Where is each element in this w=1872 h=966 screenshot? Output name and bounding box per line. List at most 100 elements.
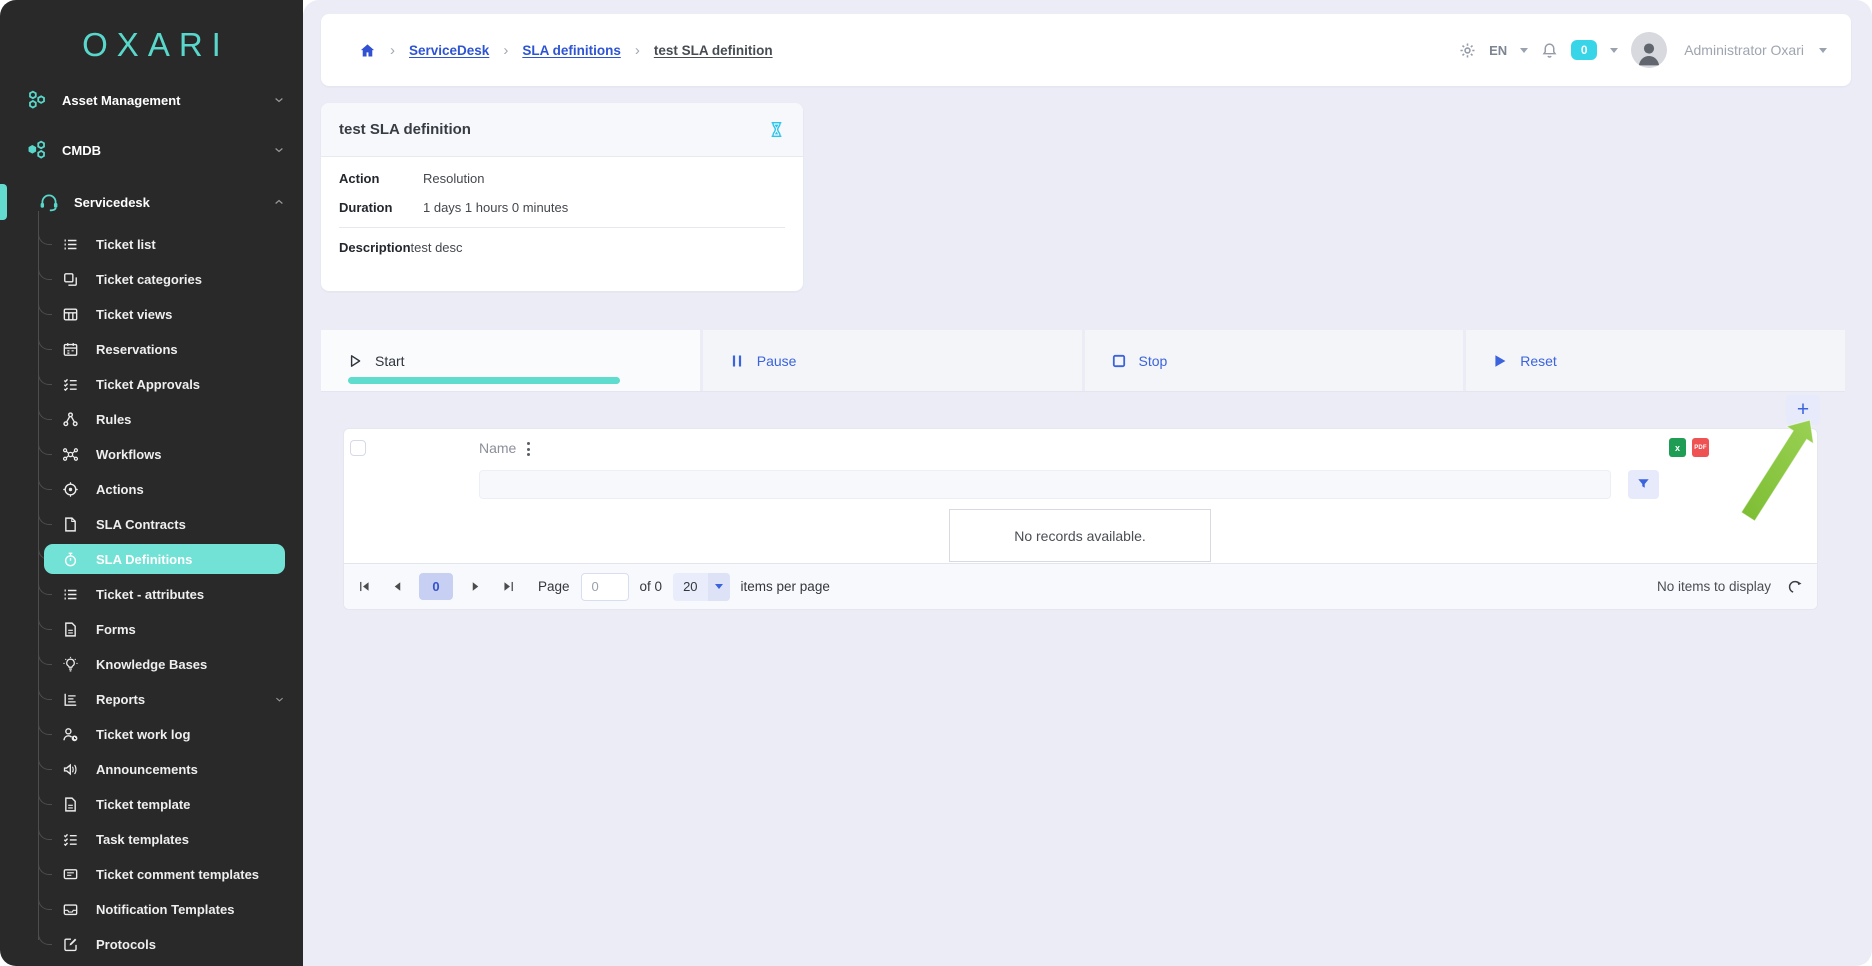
bulb-icon: [62, 656, 79, 673]
chevron-down-icon[interactable]: [273, 144, 285, 156]
sidebar-item-label: Knowledge Bases: [96, 657, 207, 672]
sidebar-item-label: Forms: [96, 622, 136, 637]
servicedesk-submenu: Ticket list Ticket categories Ticket vie…: [0, 227, 303, 962]
hourglass-icon[interactable]: [768, 121, 785, 138]
bell-icon[interactable]: [1541, 42, 1558, 59]
stopwatch-icon: [62, 551, 79, 568]
sidebar-item-label: Protocols: [96, 937, 156, 952]
oxari-logo: OXARI: [0, 26, 303, 64]
home-icon[interactable]: [359, 42, 376, 59]
headset-icon: [38, 191, 60, 213]
copy-icon: [62, 271, 79, 288]
sidebar-item-label: Ticket list: [96, 237, 156, 252]
previous-page-button[interactable]: [386, 576, 408, 598]
current-page-button[interactable]: 0: [419, 573, 453, 600]
gear-icon[interactable]: [1459, 42, 1476, 59]
card-header: test SLA definition: [321, 103, 803, 157]
tab-label: Pause: [757, 353, 797, 369]
app-window: OXARI Asset Management CMDB Servicedesk …: [0, 0, 1872, 966]
column-menu-icon[interactable]: [525, 440, 532, 458]
export-pdf-icon[interactable]: PDF: [1692, 438, 1709, 457]
export-excel-icon[interactable]: x: [1669, 438, 1686, 457]
sidebar-item-label: Ticket Approvals: [96, 377, 200, 392]
field-label: Description: [339, 240, 411, 255]
breadcrumb-link-servicedesk[interactable]: ServiceDesk: [409, 43, 489, 58]
data-grid: Name x PDF No records available. 0: [343, 428, 1818, 610]
document-lines-icon: [62, 796, 79, 813]
sidebar-group-label: CMDB: [62, 143, 101, 158]
field-row-action: Action Resolution: [321, 171, 803, 186]
topbar-tools: EN 0 Administrator Oxari: [1459, 32, 1827, 68]
breadcrumb-link-sla-definitions[interactable]: SLA definitions: [522, 43, 621, 58]
select-all-checkbox[interactable]: [350, 440, 366, 456]
column-header-name[interactable]: Name: [479, 440, 516, 456]
sidebar-item-label: Rules: [96, 412, 131, 427]
breadcrumb-separator: ›: [390, 42, 395, 59]
tab-stop[interactable]: Stop: [1085, 330, 1464, 391]
next-page-icon: [469, 580, 482, 593]
field-label: Action: [339, 171, 423, 186]
page-label: Page: [538, 579, 570, 594]
tab-reset[interactable]: Reset: [1466, 330, 1845, 391]
empty-grid-message: No records available.: [949, 509, 1211, 562]
avatar[interactable]: [1631, 32, 1667, 68]
grid-pager: 0 Page of 0 20 items per page No items t…: [344, 563, 1817, 609]
filter-button[interactable]: [1628, 470, 1659, 499]
first-page-icon: [358, 580, 371, 593]
tab-pause[interactable]: Pause: [703, 330, 1082, 391]
main-area: › ServiceDesk › SLA definitions › test S…: [303, 0, 1872, 966]
first-page-button[interactable]: [353, 576, 375, 598]
sidebar-item-label: Ticket work log: [96, 727, 190, 742]
checklist-icon: [62, 831, 79, 848]
sidebar-group-servicedesk[interactable]: Servicedesk: [0, 184, 303, 220]
tab-label: Stop: [1139, 353, 1168, 369]
sidebar-group-label: Servicedesk: [74, 195, 150, 210]
tab-start[interactable]: Start: [321, 330, 700, 391]
user-clock-icon: [62, 726, 79, 743]
sidebar-group-label: Asset Management: [62, 93, 180, 108]
sidebar-item-protocols[interactable]: Protocols: [0, 927, 303, 962]
notification-badge[interactable]: 0: [1571, 40, 1597, 60]
sidebar-group-asset-management[interactable]: Asset Management: [0, 82, 303, 118]
page-size-select[interactable]: 20: [673, 573, 729, 601]
inbox-icon: [62, 901, 79, 918]
chevron-up-icon[interactable]: [273, 196, 285, 208]
add-button[interactable]: +: [1786, 395, 1820, 425]
pause-icon: [729, 353, 745, 369]
person-icon: [1634, 38, 1664, 68]
document-lines-icon: [62, 621, 79, 638]
page-size-value: 20: [673, 573, 707, 601]
sidebar-item-label: Ticket - attributes: [96, 587, 204, 602]
export-buttons: x PDF: [1669, 438, 1709, 457]
notification-caret-icon[interactable]: [1610, 48, 1618, 53]
table-icon: [62, 306, 79, 323]
chevron-down-icon[interactable]: [273, 94, 285, 106]
name-filter-input[interactable]: [479, 470, 1611, 499]
sidebar-item-label: Reservations: [96, 342, 178, 357]
share-icon: [62, 411, 79, 428]
sidebar-item-label: Task templates: [96, 832, 189, 847]
language-selector[interactable]: EN: [1489, 43, 1507, 58]
document-icon: [62, 516, 79, 533]
items-per-page-label: items per page: [741, 579, 830, 594]
last-page-button[interactable]: [497, 576, 519, 598]
topbar: › ServiceDesk › SLA definitions › test S…: [321, 14, 1851, 86]
language-caret-icon[interactable]: [1520, 48, 1528, 53]
page-count-label: of 0: [640, 579, 663, 594]
sidebar-item-label: Actions: [96, 482, 144, 497]
start-progress-bar: [348, 377, 620, 384]
user-name[interactable]: Administrator Oxari: [1684, 42, 1804, 58]
user-menu-caret-icon[interactable]: [1819, 48, 1827, 53]
breadcrumb-separator: ›: [503, 42, 508, 59]
field-value: Resolution: [423, 171, 484, 186]
next-page-button[interactable]: [464, 576, 486, 598]
sidebar-group-cmdb[interactable]: CMDB: [0, 132, 303, 168]
refresh-icon[interactable]: [1787, 579, 1803, 595]
report-icon: [62, 691, 79, 708]
page-number-input[interactable]: [581, 573, 629, 601]
comment-icon: [62, 866, 79, 883]
card-title: test SLA definition: [339, 121, 471, 138]
breadcrumb: › ServiceDesk › SLA definitions › test S…: [359, 42, 773, 59]
field-value: test desc: [411, 240, 463, 255]
chevron-down-icon[interactable]: [274, 694, 285, 705]
